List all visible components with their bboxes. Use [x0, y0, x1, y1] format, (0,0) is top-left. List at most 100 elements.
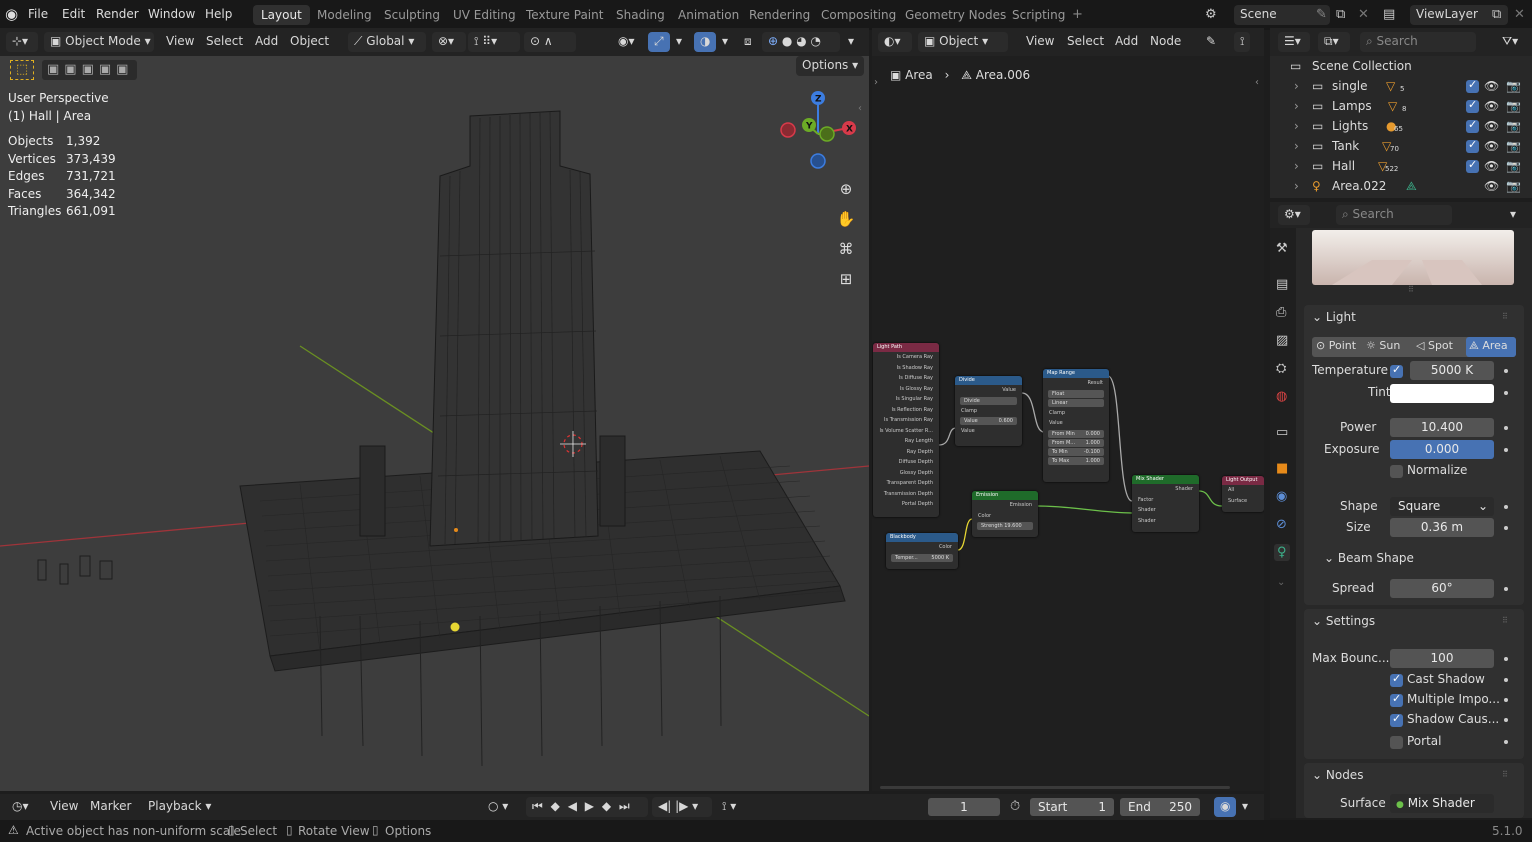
- overlay-toggle-icon[interactable]: ◑: [694, 32, 717, 52]
- timeline-menu-view[interactable]: View: [44, 797, 84, 817]
- play-icon[interactable]: ▶: [585, 799, 596, 813]
- keyframe-dot[interactable]: [1504, 448, 1508, 452]
- new-scene-icon[interactable]: ⧉: [1336, 8, 1345, 21]
- from-min-field[interactable]: From Min 0.000: [1048, 429, 1104, 438]
- auto-keying-icon[interactable]: ○ ▾: [482, 797, 514, 817]
- nodes-panel-header[interactable]: ⌄ Nodes: [1312, 768, 1363, 782]
- menu-object[interactable]: Object: [284, 32, 335, 52]
- outliner-row[interactable]: › ▭ Lights ●65 👁 📷: [1270, 116, 1532, 136]
- preview-resize-icon[interactable]: ⠿: [1408, 286, 1414, 294]
- exclude-checkbox[interactable]: [1466, 138, 1479, 153]
- timeline-editor-type-button[interactable]: ◷▾: [6, 797, 35, 817]
- clamp-checkbox[interactable]: Clamp: [955, 406, 1022, 417]
- viewlayer-icon[interactable]: ▤: [1383, 8, 1395, 21]
- transform-orientation[interactable]: ⟋ Global ▾: [348, 32, 426, 52]
- render-camera-icon[interactable]: 📷: [1506, 139, 1521, 153]
- keyframe-dot[interactable]: [1504, 526, 1508, 530]
- navigation-gizmo[interactable]: Z X Y: [775, 86, 865, 176]
- gizmo-dropdown[interactable]: ▾: [670, 32, 688, 52]
- 3d-viewport[interactable]: ⬚ ▣▣▣▣▣ Options ▾ User Perspective (1) H…: [0, 56, 869, 791]
- end-frame-field[interactable]: End 250: [1120, 798, 1200, 816]
- pin-icon[interactable]: ✎: [1316, 8, 1327, 21]
- node-menu-select[interactable]: Select: [1061, 32, 1110, 52]
- node-blackbody[interactable]: Blackbody Color Temper... 5000 K: [886, 533, 958, 569]
- tab-modeling[interactable]: Modeling: [309, 5, 380, 25]
- properties-search[interactable]: ⌕ Search: [1336, 205, 1452, 225]
- snap-timeline-icon[interactable]: ⟟ ▾: [716, 797, 742, 817]
- light-panel-header[interactable]: ⌄ Light: [1312, 310, 1356, 324]
- start-frame-field[interactable]: Start 1: [1030, 798, 1114, 816]
- jump-end-icon[interactable]: ⏭: [619, 799, 632, 813]
- scene-collection-row[interactable]: ▭ Scene Collection: [1270, 56, 1532, 76]
- normalize-checkbox[interactable]: [1390, 465, 1403, 478]
- exclude-checkbox[interactable]: [1466, 98, 1479, 113]
- exclude-checkbox[interactable]: [1466, 158, 1479, 173]
- display-mode-button[interactable]: ⧉▾: [1318, 32, 1350, 52]
- properties-type-button[interactable]: ⚙▾: [1278, 205, 1310, 225]
- stopwatch-icon[interactable]: ⏱: [1010, 800, 1020, 813]
- from-max-field[interactable]: From M... 1.000: [1048, 438, 1104, 447]
- output-tab-icon[interactable]: ⎙: [1276, 306, 1286, 319]
- snap-button[interactable]: ⟟ ⠿▾: [468, 32, 520, 52]
- expand-arrow-icon[interactable]: ›: [1294, 139, 1299, 153]
- keyframe-dot[interactable]: [1504, 698, 1508, 702]
- size-field[interactable]: 0.36 m: [1390, 518, 1494, 537]
- outliner-row[interactable]: › ▭ Tank ▽70 👁 📷: [1270, 136, 1532, 156]
- outliner-row[interactable]: › ▭ Hall ▽522 👁 📷: [1270, 156, 1532, 176]
- solid-shading-icon[interactable]: ●: [782, 34, 792, 48]
- node-mix-shader[interactable]: Mix Shader Shader Factor Shader Shader: [1132, 475, 1199, 532]
- exposure-field[interactable]: 0.000: [1390, 440, 1494, 459]
- interpolation-select[interactable]: Linear: [1048, 398, 1104, 407]
- perspective-grid-icon[interactable]: ⊞: [835, 268, 857, 290]
- render-tab-icon[interactable]: ▤: [1276, 278, 1288, 291]
- keyframe-dot[interactable]: [1504, 657, 1508, 661]
- light-type-spot[interactable]: ◁ Spot: [1416, 339, 1453, 352]
- keyframe-dot[interactable]: [1504, 505, 1508, 509]
- menu-edit[interactable]: Edit: [62, 7, 85, 21]
- tab-compositing[interactable]: Compositing: [813, 5, 904, 25]
- object-tab-icon[interactable]: ■: [1276, 462, 1288, 475]
- exclude-checkbox[interactable]: [1466, 118, 1479, 133]
- render-camera-icon[interactable]: 📷: [1506, 159, 1521, 173]
- next-keyframe-icon[interactable]: ◆: [602, 799, 613, 813]
- surface-shader-field[interactable]: ● Mix Shader: [1390, 794, 1494, 813]
- current-frame-field[interactable]: 1: [928, 798, 1000, 816]
- playback-sync-icon[interactable]: ◉: [1214, 797, 1237, 817]
- expand-arrow-icon[interactable]: ›: [1294, 79, 1299, 93]
- wireframe-shading-icon[interactable]: ⊕: [768, 34, 778, 48]
- menu-window[interactable]: Window: [148, 7, 195, 21]
- keyframe-dot[interactable]: [1504, 391, 1508, 395]
- delete-scene-icon[interactable]: ✕: [1358, 8, 1369, 21]
- settings-panel-header[interactable]: ⌄ Settings: [1312, 614, 1375, 628]
- eye-icon[interactable]: 👁: [1484, 159, 1499, 173]
- menu-add[interactable]: Add: [249, 32, 284, 52]
- menu-view[interactable]: View: [160, 32, 200, 52]
- shape-select[interactable]: Square ⌄: [1390, 497, 1494, 516]
- expand-arrow-icon[interactable]: ›: [1294, 159, 1299, 173]
- pan-hand-icon[interactable]: ✋: [835, 208, 857, 230]
- node-editor-scrollbar[interactable]: [880, 786, 1230, 789]
- power-field[interactable]: 10.400: [1390, 418, 1494, 437]
- tool-tab-icon[interactable]: ⚒: [1276, 242, 1288, 255]
- value-field[interactable]: Value 0.600: [960, 417, 1017, 425]
- proportional-edit-button[interactable]: ⊙ ∧: [524, 32, 576, 52]
- spread-field[interactable]: 60°: [1390, 579, 1494, 598]
- cast-shadow-checkbox[interactable]: [1390, 672, 1403, 687]
- shadow-caustics-checkbox[interactable]: [1390, 712, 1403, 727]
- node-emission[interactable]: Emission Emission Color Strength 19.600: [972, 491, 1038, 537]
- keyframe-dot[interactable]: [1504, 587, 1508, 591]
- menu-help[interactable]: Help: [205, 7, 232, 21]
- keyframe-dot[interactable]: [1504, 678, 1508, 682]
- camera-view-icon[interactable]: ⌘: [835, 238, 857, 260]
- node-menu-add[interactable]: Add: [1109, 32, 1144, 52]
- pivot-point-button[interactable]: ⊗▾: [432, 32, 466, 52]
- prev-keyframe-icon[interactable]: ◆: [551, 799, 562, 813]
- drag-handle-icon[interactable]: ⠿: [1502, 617, 1508, 625]
- visibility-icon[interactable]: ◉▾: [612, 32, 641, 52]
- menu-render[interactable]: Render: [96, 7, 139, 21]
- eye-icon[interactable]: 👁: [1484, 139, 1499, 153]
- playback-sync-dropdown[interactable]: ▾: [1236, 797, 1254, 817]
- strength-field[interactable]: Strength 19.600: [977, 522, 1033, 530]
- collection-tab-icon[interactable]: ▭: [1276, 426, 1288, 439]
- node-menu-node[interactable]: Node: [1144, 32, 1187, 52]
